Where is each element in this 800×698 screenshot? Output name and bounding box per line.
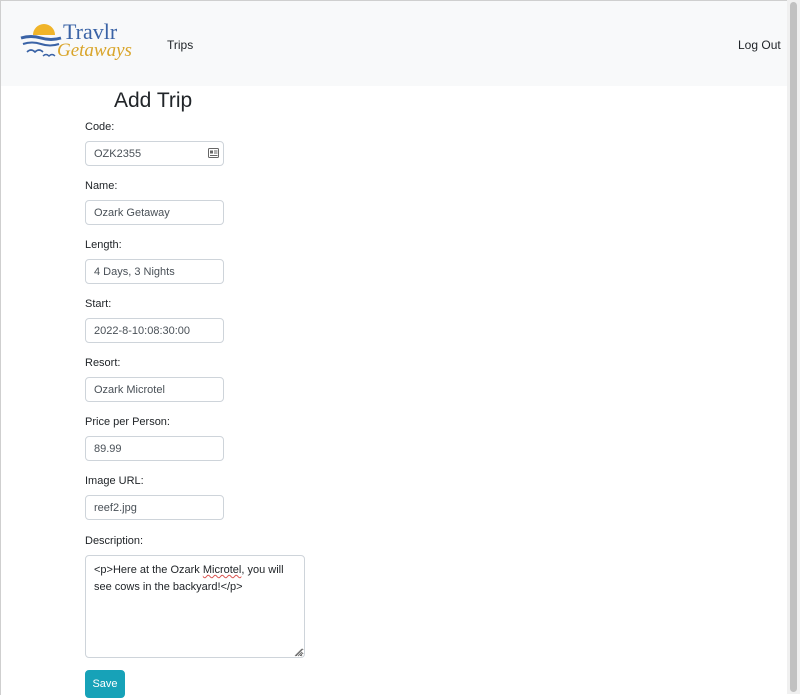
code-label: Code: bbox=[85, 121, 115, 133]
logo-word-getaways: Getaways bbox=[57, 40, 132, 61]
name-label: Name: bbox=[85, 180, 118, 192]
page-title: Add Trip bbox=[114, 89, 193, 112]
price-label: Price per Person: bbox=[85, 416, 170, 428]
sun-icon bbox=[33, 24, 55, 35]
vertical-scrollbar[interactable] bbox=[787, 0, 800, 694]
image-url-label: Image URL: bbox=[85, 475, 144, 487]
start-input[interactable] bbox=[85, 318, 224, 343]
contact-card-icon[interactable] bbox=[208, 148, 219, 158]
price-input[interactable] bbox=[85, 436, 224, 461]
nav-link-logout[interactable]: Log Out bbox=[738, 38, 781, 52]
length-input[interactable] bbox=[85, 259, 224, 284]
start-label: Start: bbox=[85, 298, 112, 310]
length-label: Length: bbox=[85, 239, 122, 251]
description-textarea[interactable]: <p>Here at the Ozark Microtel, you will … bbox=[85, 555, 305, 658]
resort-label: Resort: bbox=[85, 357, 121, 369]
scrollbar-thumb[interactable] bbox=[790, 2, 797, 692]
resort-input[interactable] bbox=[85, 377, 224, 402]
description-label: Description: bbox=[85, 535, 144, 547]
travlr-getaways-logo[interactable]: Travlr Getaways bbox=[19, 19, 149, 63]
description-text-start: <p>Here at the Ozark bbox=[94, 564, 203, 576]
code-field-wrapper bbox=[85, 141, 224, 166]
resize-grip-icon[interactable] bbox=[293, 647, 303, 657]
nav-link-trips[interactable]: Trips bbox=[167, 38, 193, 52]
code-input[interactable] bbox=[85, 141, 224, 166]
name-input[interactable] bbox=[85, 200, 224, 225]
image-url-input[interactable] bbox=[85, 495, 224, 520]
misspelled-word: Microtel bbox=[202, 564, 242, 576]
navbar: Travlr Getaways Trips Log Out bbox=[1, 1, 787, 86]
